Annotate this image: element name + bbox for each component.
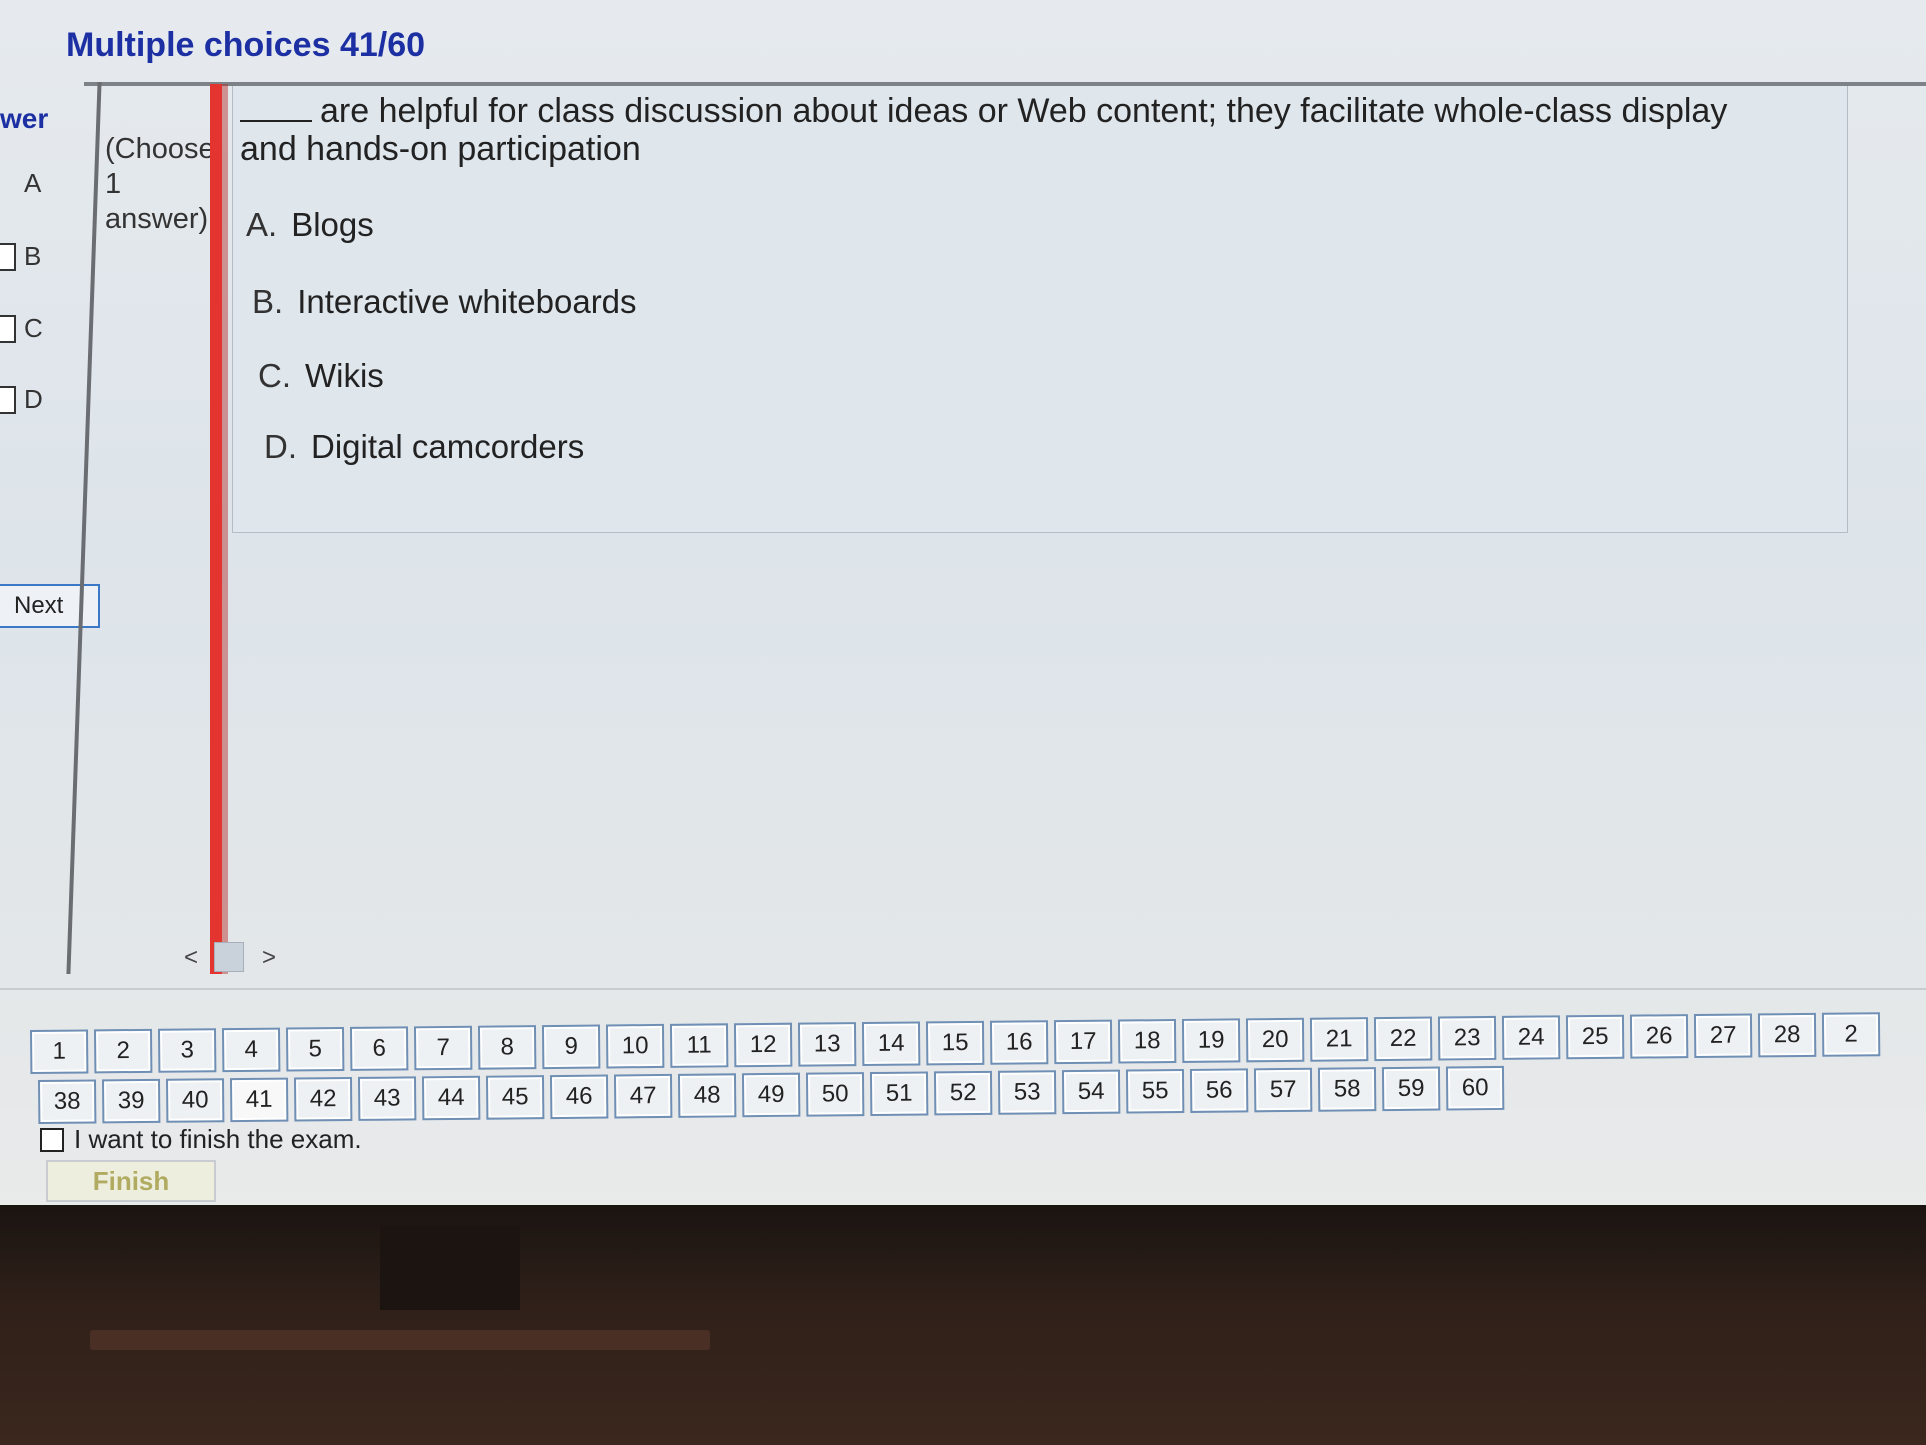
question-nav-button[interactable]: 17	[1053, 1019, 1113, 1065]
answer-option-d[interactable]: D	[0, 384, 43, 415]
question-nav-button[interactable]: 14	[861, 1021, 921, 1067]
question-nav-button[interactable]: 59	[1381, 1066, 1441, 1112]
choice-a[interactable]: A. Blogs	[246, 206, 374, 244]
question-nav-button[interactable]: 24	[1501, 1015, 1561, 1060]
question-nav-button[interactable]: 54	[1061, 1069, 1121, 1115]
question-nav-button[interactable]: 19	[1181, 1018, 1241, 1063]
answer-option-a[interactable]: A	[0, 168, 41, 199]
choice-letter: B.	[252, 283, 284, 320]
question-nav-button[interactable]: 18	[1117, 1018, 1177, 1064]
frame-left-border	[66, 82, 102, 974]
question-nav-button[interactable]: 38	[38, 1079, 97, 1124]
content-divider	[0, 988, 1926, 990]
finish-button[interactable]: Finish	[46, 1160, 216, 1202]
question-nav-button[interactable]: 40	[165, 1078, 225, 1123]
scroll-right-arrow-icon[interactable]: >	[262, 944, 276, 972]
question-nav-button[interactable]: 20	[1245, 1017, 1305, 1063]
answer-option-label: D	[24, 384, 43, 414]
answer-option-label: B	[24, 241, 42, 271]
question-nav-button[interactable]: 47	[613, 1073, 673, 1119]
answer-option-label: C	[24, 313, 43, 343]
question-nav-row-1: 1 2 3 4 5 6 7 8 9 10 11 12 13 14 15 16 17 18 19 20 21 22 23 24 2…	[30, 1012, 1881, 1074]
choice-letter: C.	[258, 357, 291, 394]
answer-option-c[interactable]: C	[0, 313, 43, 344]
question-nav-button[interactable]: 26	[1629, 1014, 1689, 1059]
question-nav-button[interactable]: 25	[1565, 1014, 1625, 1060]
next-button[interactable]: Next	[0, 584, 100, 628]
choice-letter: A.	[246, 206, 278, 243]
question-nav-row-2: 38 39 40 41 42 43 44 45 46 47 48 49 50 51 52 53 54 55 56 57…	[38, 1065, 1505, 1124]
choice-text: Interactive whiteboards	[297, 283, 637, 320]
question-nav-button[interactable]: 39	[101, 1078, 161, 1124]
question-nav-button[interactable]: 10	[605, 1023, 665, 1069]
question-nav-button[interactable]: 12	[733, 1022, 793, 1068]
question-nav-button[interactable]: 9	[541, 1024, 601, 1070]
checkbox-icon[interactable]	[0, 385, 16, 414]
question-nav-button[interactable]: 6	[349, 1026, 409, 1071]
question-nav-button[interactable]: 44	[421, 1075, 481, 1121]
choice-d[interactable]: D. Digital camcorders	[264, 428, 584, 466]
question-nav-button[interactable]: 43	[357, 1076, 417, 1121]
question-nav-button[interactable]: 15	[925, 1020, 985, 1066]
finish-checkbox-label: I want to finish the exam.	[74, 1124, 362, 1154]
question-nav-button[interactable]: 57	[1253, 1067, 1313, 1113]
finish-exam-option[interactable]: I want to finish the exam.	[40, 1124, 362, 1155]
question-nav-button[interactable]: 2	[1821, 1012, 1881, 1057]
question-nav-button[interactable]: 7	[413, 1025, 473, 1071]
scrollbar-thumb[interactable]	[214, 942, 244, 972]
scroll-left-arrow-icon[interactable]: <	[184, 944, 198, 972]
question-marker-shadow	[222, 84, 228, 974]
question-marker-bar	[210, 84, 222, 974]
question-nav-button[interactable]: 51	[869, 1071, 929, 1117]
choice-text: Wikis	[305, 357, 384, 394]
question-nav-button[interactable]: 28	[1757, 1012, 1817, 1058]
choice-text: Blogs	[291, 206, 374, 243]
question-nav-button[interactable]: 13	[797, 1022, 857, 1067]
question-nav-button[interactable]: 53	[997, 1070, 1057, 1115]
desk-object	[380, 1225, 520, 1310]
question-nav-button[interactable]: 41	[229, 1077, 289, 1123]
choice-letter: D.	[264, 428, 297, 465]
question-nav-button[interactable]: 3	[157, 1028, 217, 1073]
question-nav-button[interactable]: 49	[741, 1072, 801, 1118]
answer-option-label: A	[24, 168, 42, 198]
question-nav-button[interactable]: 11	[669, 1023, 729, 1068]
question-nav-button[interactable]: 21	[1309, 1017, 1369, 1062]
question-nav-button[interactable]: 16	[989, 1020, 1049, 1065]
desk-background	[0, 1205, 1926, 1445]
question-nav-button[interactable]: 56	[1189, 1068, 1249, 1113]
page-title: Multiple choices 41/60	[66, 26, 426, 64]
choice-b[interactable]: B. Interactive whiteboards	[252, 283, 637, 321]
choose-instruction: (Choose 1 answer)	[105, 133, 215, 235]
question-nav-button[interactable]: 8	[477, 1025, 537, 1070]
checkbox-icon[interactable]	[0, 242, 16, 271]
fill-blank	[240, 90, 312, 122]
question-nav-button[interactable]: 45	[485, 1075, 545, 1120]
question-nav-button[interactable]: 22	[1373, 1016, 1433, 1062]
desk-plank	[90, 1330, 710, 1350]
question-nav-button[interactable]: 27	[1693, 1013, 1753, 1059]
question-nav-button[interactable]: 55	[1125, 1068, 1185, 1114]
question-nav-button[interactable]: 5	[285, 1026, 345, 1072]
question-nav-button[interactable]: 50	[805, 1072, 865, 1117]
question-nav-button[interactable]: 48	[677, 1073, 737, 1118]
question-nav-button[interactable]: 46	[549, 1074, 609, 1120]
question-nav-button[interactable]: 1	[30, 1029, 89, 1074]
choice-text: Digital camcorders	[311, 428, 585, 465]
question-nav-button[interactable]: 42	[293, 1076, 353, 1122]
answer-option-b[interactable]: B	[0, 241, 41, 272]
exam-screen: Multiple choices 41/60 wer A B C D Next …	[0, 0, 1926, 1205]
question-nav-button[interactable]: 2	[93, 1028, 153, 1074]
finish-checkbox[interactable]	[40, 1127, 64, 1152]
question-nav-button[interactable]: 23	[1437, 1015, 1497, 1061]
choice-c[interactable]: C. Wikis	[258, 357, 384, 395]
question-nav-button[interactable]: 60	[1445, 1065, 1505, 1111]
checkbox-icon[interactable]	[0, 314, 16, 343]
question-nav-button[interactable]: 4	[221, 1027, 281, 1073]
question-nav-button[interactable]: 58	[1317, 1067, 1377, 1112]
question-nav-button[interactable]: 52	[933, 1070, 993, 1116]
question-text: are helpful for class discussion about i…	[240, 90, 1728, 168]
answer-panel-header: wer	[0, 103, 49, 134]
